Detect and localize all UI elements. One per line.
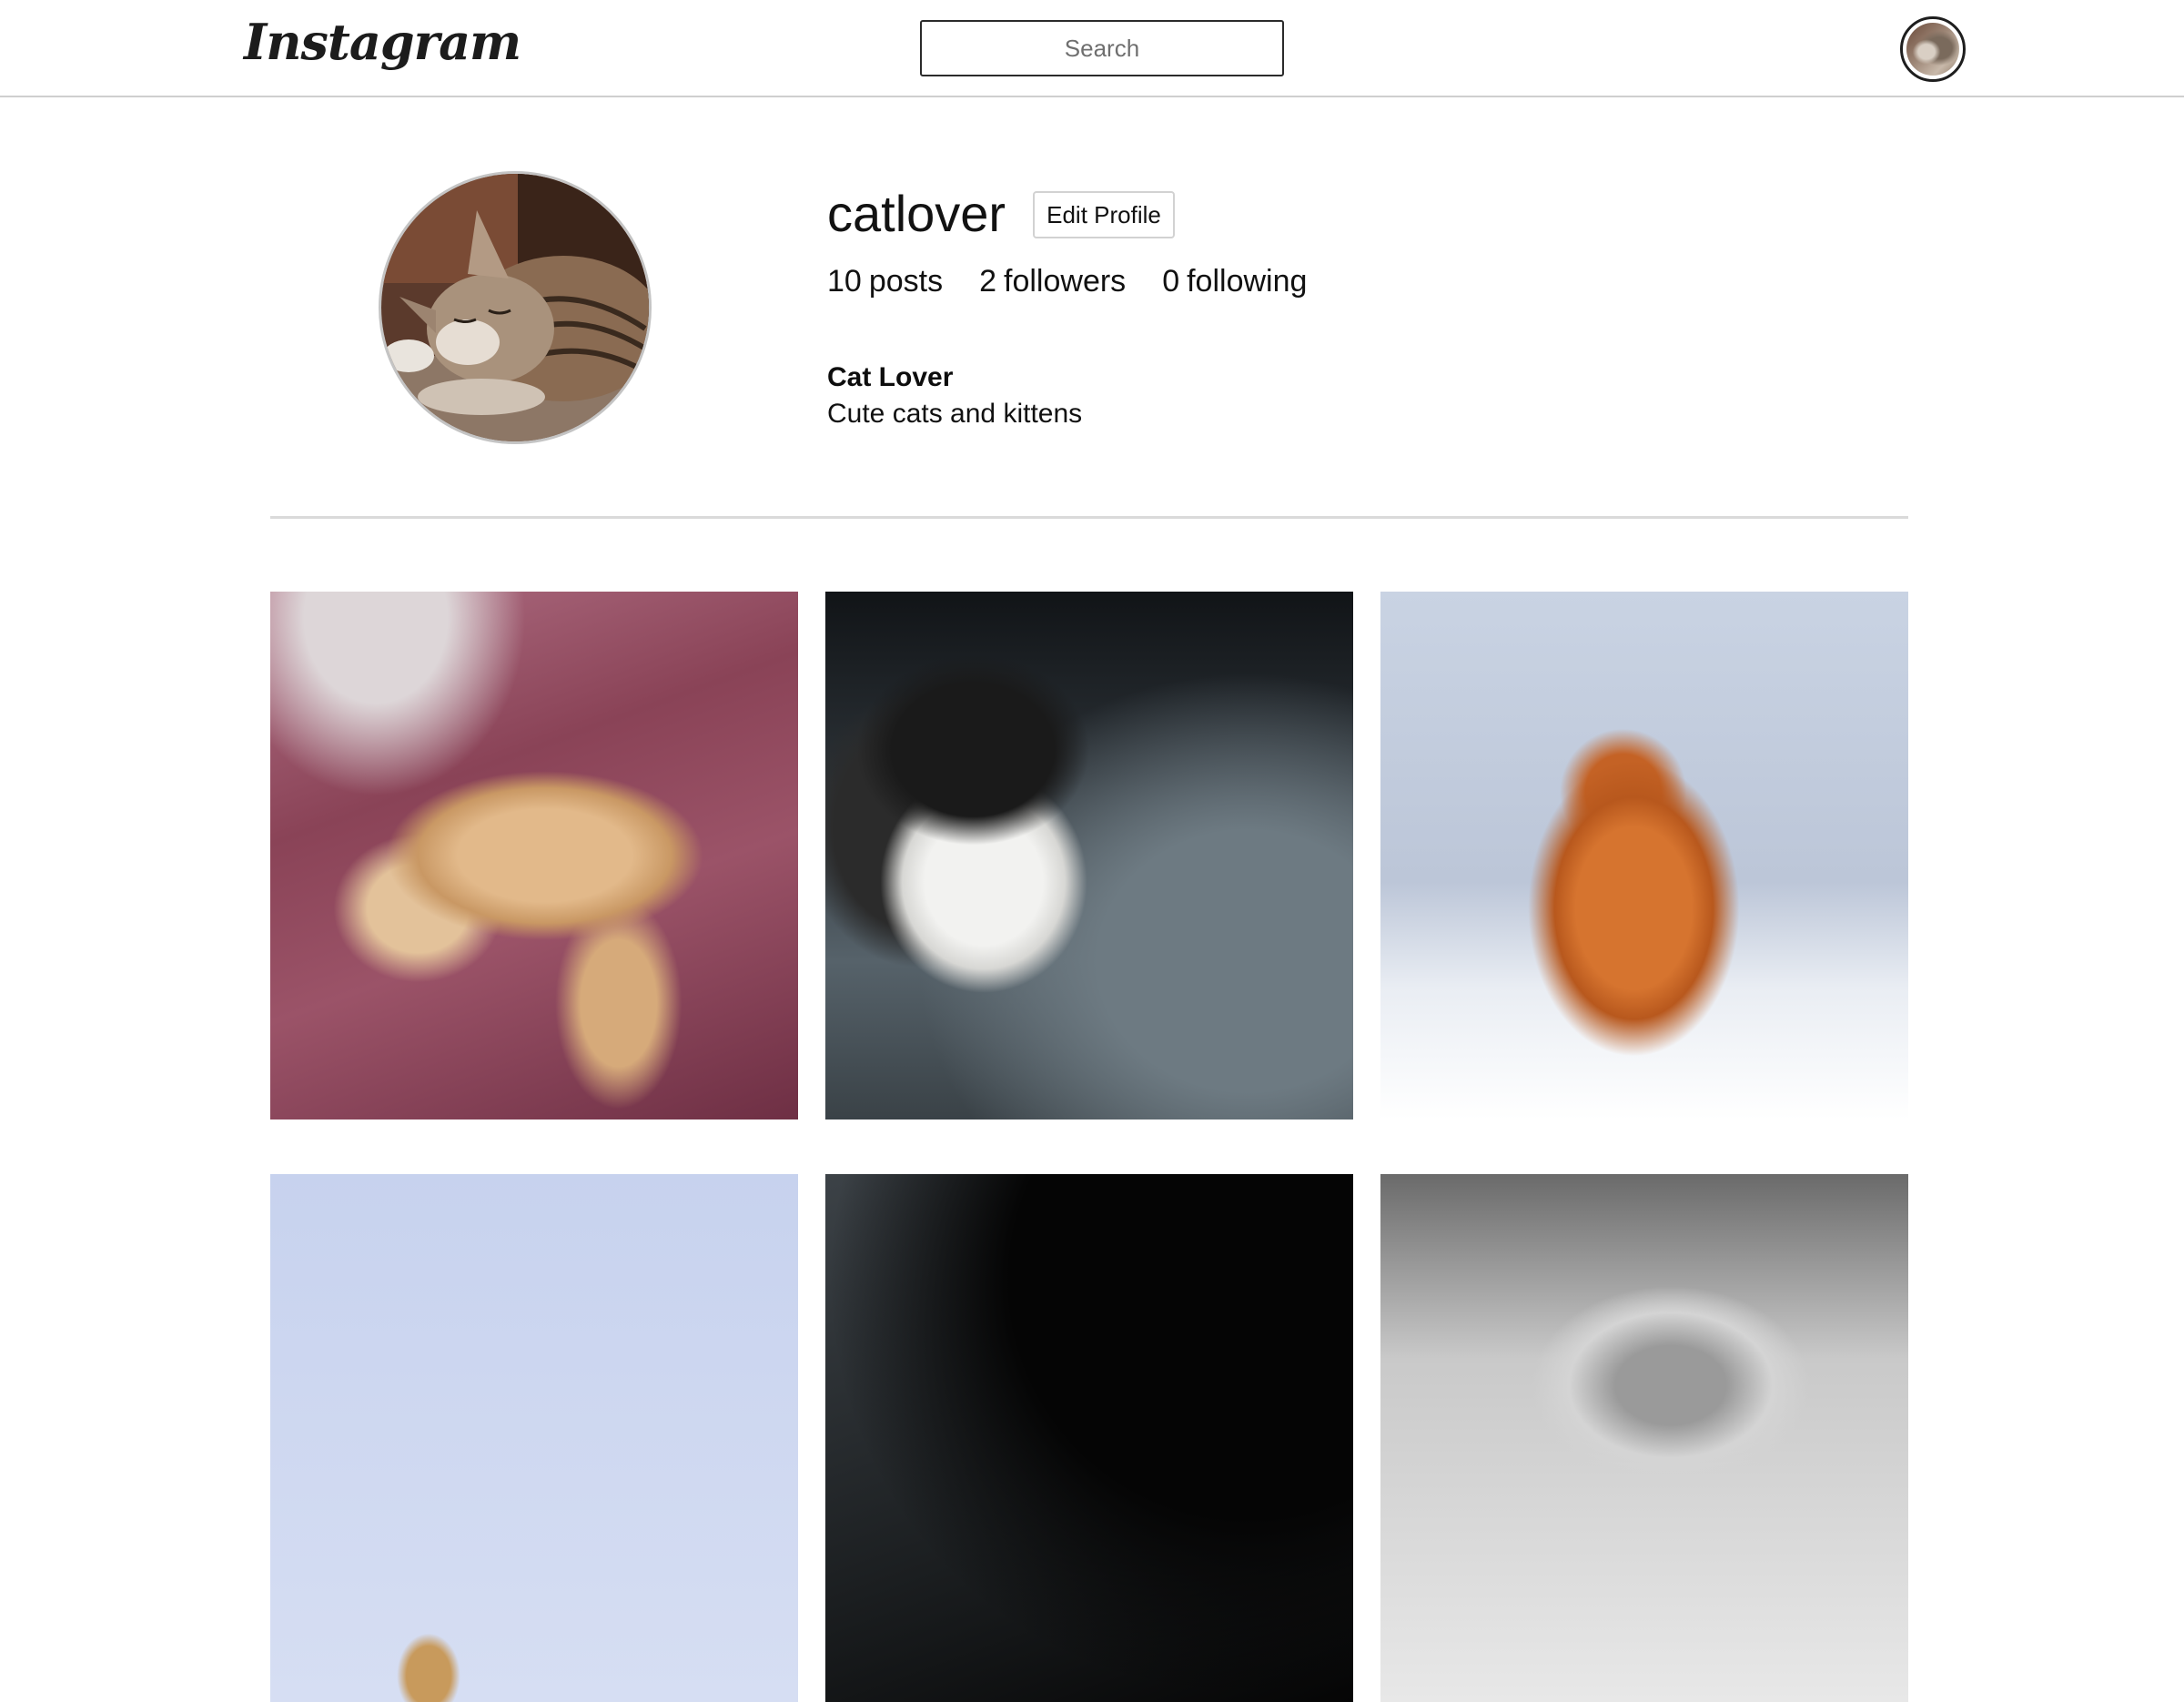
followers-label: followers <box>1004 264 1127 299</box>
post-thumbnail[interactable] <box>270 592 798 1119</box>
posts-grid <box>270 592 1908 1702</box>
post-thumbnail[interactable] <box>1380 1174 1908 1702</box>
search-input[interactable] <box>920 20 1284 76</box>
following-stat[interactable]: 0 following <box>1162 264 1307 299</box>
posts-label: posts <box>868 264 944 299</box>
nav-avatar-image <box>1906 23 1959 76</box>
nav-profile-avatar-icon[interactable] <box>1900 16 1966 82</box>
profile-full-name: Cat Lover <box>827 362 954 392</box>
profile-avatar <box>379 171 652 444</box>
profile-divider <box>270 516 1908 519</box>
post-thumbnail[interactable] <box>825 592 1353 1119</box>
posts-count: 10 <box>827 264 862 299</box>
edit-profile-button[interactable]: Edit Profile <box>1033 191 1175 238</box>
followers-count: 2 <box>979 264 997 299</box>
post-thumbnail[interactable] <box>270 1174 798 1702</box>
top-navigation-bar: Instagram <box>0 0 2184 97</box>
profile-bio: Cute cats and kittens <box>827 399 1083 429</box>
following-count: 0 <box>1162 264 1180 299</box>
posts-stat: 10 posts <box>827 264 943 299</box>
post-thumbnail[interactable] <box>1380 592 1908 1119</box>
followers-stat[interactable]: 2 followers <box>979 264 1126 299</box>
profile-avatar-image <box>381 174 649 441</box>
following-label: following <box>1187 264 1308 299</box>
post-thumbnail[interactable] <box>825 1174 1353 1702</box>
profile-stats: 10 posts 2 followers 0 following <box>827 264 1307 299</box>
instagram-logo[interactable]: Instagram <box>244 13 521 71</box>
profile-username: catlover <box>827 185 1006 242</box>
